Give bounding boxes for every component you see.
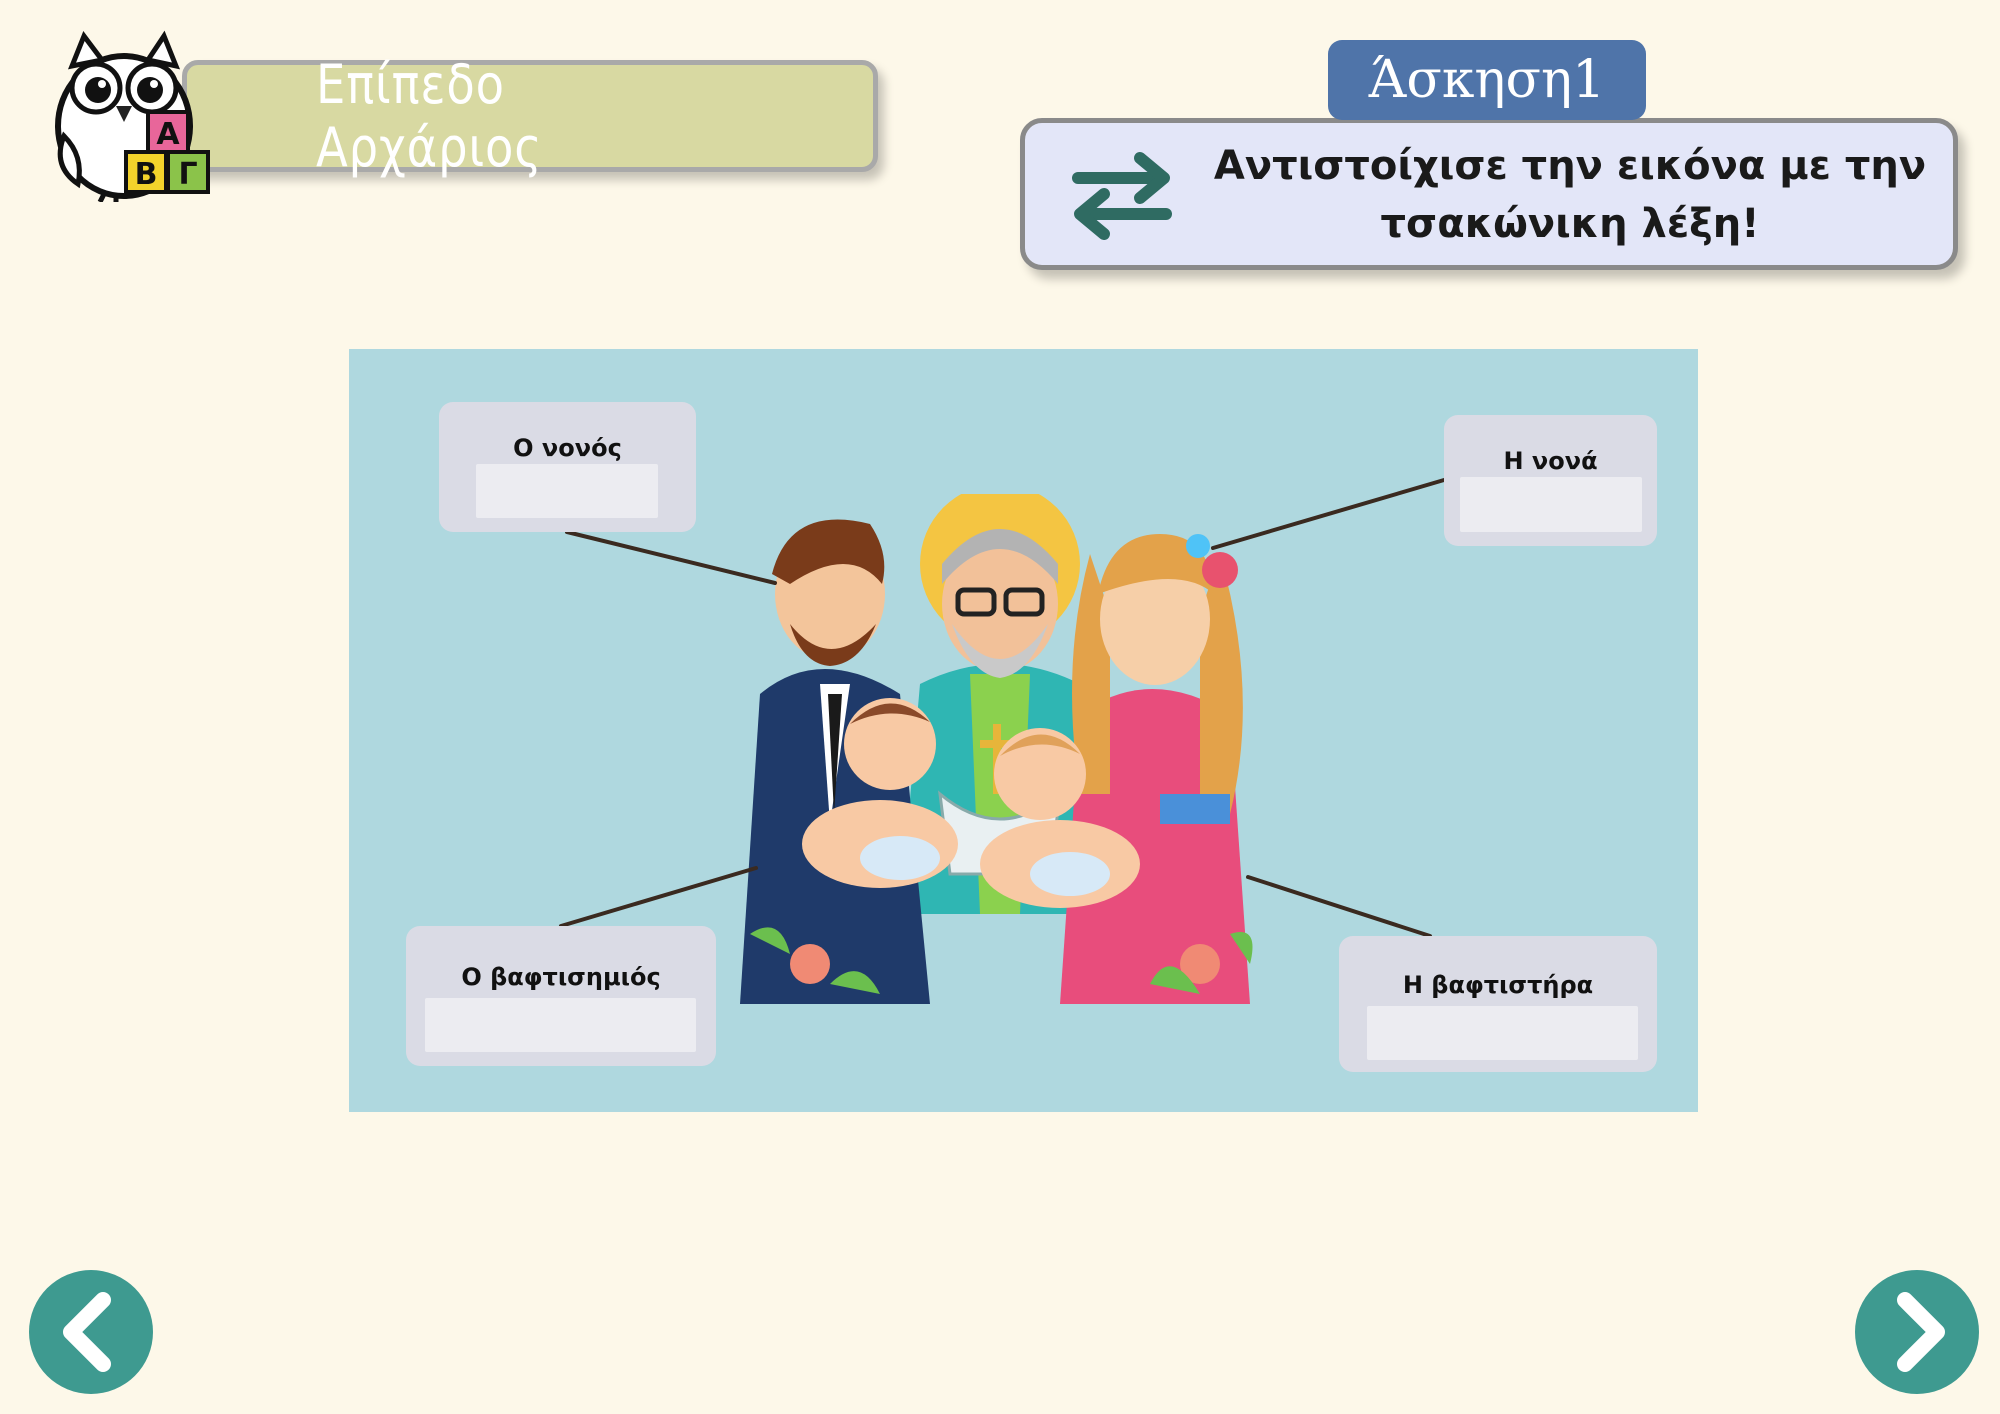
previous-button[interactable]: [29, 1270, 153, 1394]
instruction-text: Αντιστοίχισε την εικόνα με την τσακώνικη…: [1213, 143, 1927, 247]
match-card-godmother: Η νονά: [1444, 415, 1657, 546]
chevron-right-icon: [1897, 1292, 1945, 1372]
owl-logo-icon: Α Β Γ: [55, 30, 210, 202]
match-card-goddaughter: Η βαφτιστήρα: [1339, 936, 1657, 1072]
answer-slot-godfather[interactable]: [476, 464, 658, 518]
logo-letter-a: Α: [156, 117, 180, 152]
match-label-godfather: Ο νονός: [513, 434, 622, 462]
match-label-godmother: Η νονά: [1503, 447, 1598, 475]
chevron-left-icon: [63, 1292, 111, 1372]
logo-letter-g: Γ: [178, 157, 197, 192]
answer-slot-goddaughter[interactable]: [1367, 1006, 1638, 1060]
level-title: Επίπεδο Αρχάριος: [316, 53, 543, 179]
match-label-goddaughter: Η βαφτιστήρα: [1402, 971, 1594, 999]
match-label-godson: Ο βαφτισημιός: [461, 963, 661, 991]
next-button[interactable]: [1855, 1270, 1979, 1394]
swap-arrows-icon: [1072, 152, 1172, 240]
match-card-godson: Ο βαφτισημιός: [406, 926, 716, 1066]
match-card-godfather: Ο νονός: [439, 402, 696, 532]
answer-slot-godson[interactable]: [425, 998, 696, 1052]
exercise-tag: Άσκηση1: [1328, 40, 1646, 120]
baptism-illustration: [740, 494, 1253, 1004]
logo-letter-b: Β: [135, 157, 158, 192]
answer-slot-godmother[interactable]: [1460, 477, 1642, 532]
